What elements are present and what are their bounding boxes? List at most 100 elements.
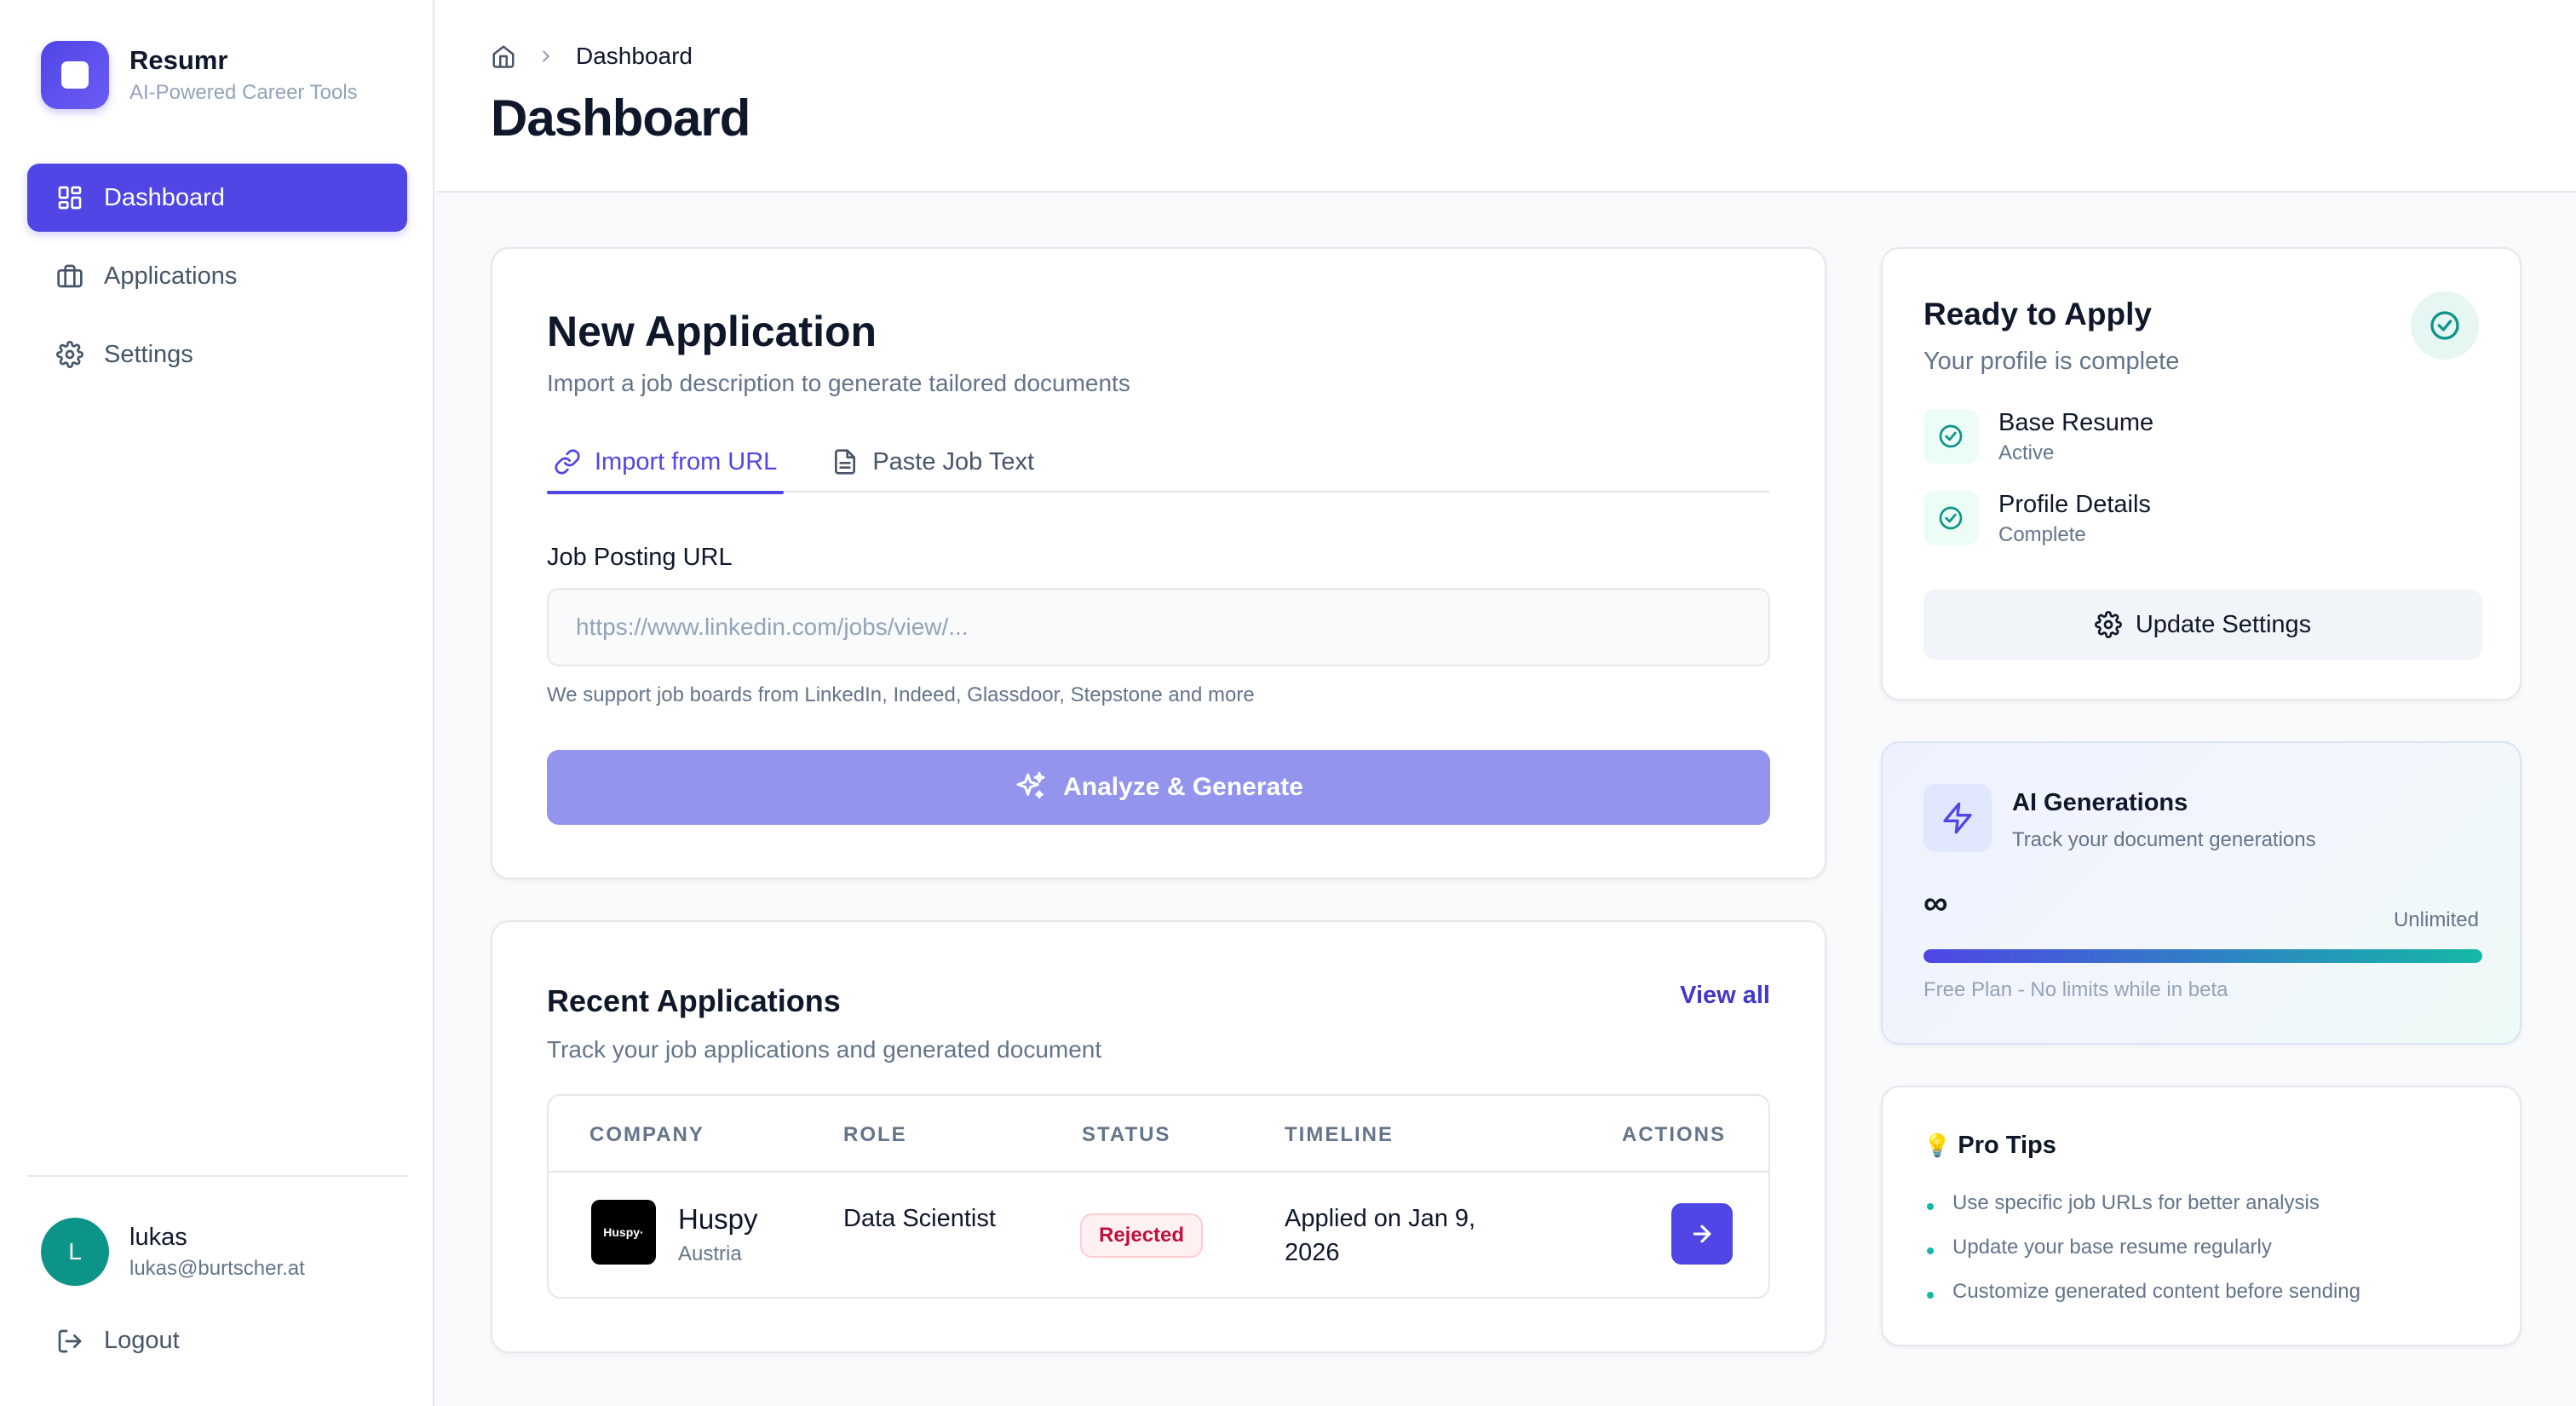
list-item: Update your base resume regularly: [1923, 1225, 2360, 1270]
company-logo: Huspy·: [591, 1200, 656, 1265]
job-role: Data Scientist: [843, 1205, 996, 1232]
generation-progress-bar: [1923, 949, 2482, 963]
arrow-right-icon: [1693, 1224, 1711, 1243]
company-name: Huspy: [678, 1203, 758, 1235]
column-header-role: ROLE: [843, 1123, 907, 1146]
sidebar: Resumr AI-Powered Career Tools Dashboard…: [0, 0, 434, 1406]
brand[interactable]: Resumr AI-Powered Career Tools: [41, 41, 358, 109]
tab-label: Paste Job Text: [872, 447, 1035, 475]
tip-text: Customize generated content before sendi…: [1952, 1280, 2360, 1303]
home-icon[interactable]: [491, 43, 516, 69]
user-name: lukas: [129, 1223, 187, 1251]
chevron-right-icon: [543, 50, 550, 62]
column-header-actions: ACTIONS: [1622, 1123, 1726, 1146]
tip-text: Update your base resume regularly: [1952, 1236, 2272, 1259]
logout-button[interactable]: Logout: [27, 1286, 407, 1406]
recent-applications-title: Recent Applications: [547, 983, 841, 1018]
ai-generations-subtitle: Track your document generations: [2012, 828, 2316, 851]
page-header: Dashboard Dashboard: [436, 0, 2576, 193]
update-settings-label: Update Settings: [2135, 610, 2312, 638]
briefcase-icon: [57, 264, 83, 288]
job-url-label: Job Posting URL: [547, 544, 733, 571]
sparkles-icon: [1016, 771, 1045, 799]
ready-to-apply-card: Ready to Apply Your profile is complete …: [1881, 247, 2521, 700]
bullet-icon: [1927, 1203, 1934, 1210]
brand-tagline: AI-Powered Career Tools: [129, 81, 358, 104]
check-circle-icon: [2411, 291, 2479, 360]
list-item: Customize generated content before sendi…: [1923, 1270, 2360, 1314]
job-url-input[interactable]: [547, 588, 1770, 666]
new-application-card: New Application Import a job description…: [491, 247, 1826, 879]
open-application-button[interactable]: [1671, 1203, 1733, 1265]
sidebar-footer: L lukas lukas@burtscher.at Logout: [27, 1175, 407, 1406]
column-header-status: STATUS: [1082, 1123, 1171, 1146]
update-settings-button[interactable]: Update Settings: [1923, 590, 2482, 660]
new-application-title: New Application: [547, 308, 877, 355]
logout-label: Logout: [104, 1327, 180, 1354]
sidebar-nav: Dashboard Applications Settings: [27, 164, 407, 399]
tab-import-url[interactable]: Import from URL: [547, 431, 785, 494]
lightning-icon: [1923, 784, 1992, 852]
bullet-icon: [1927, 1248, 1934, 1254]
column-header-company: COMPANY: [589, 1123, 704, 1146]
tab-label: Import from URL: [595, 447, 778, 475]
status-item-title: Profile Details: [1998, 491, 2151, 518]
base-resume-status: Base Resume Active: [1923, 409, 2469, 470]
pro-tips-card: 💡 Pro Tips Use specific job URLs for bet…: [1881, 1086, 2521, 1346]
lightbulb-icon: 💡: [1923, 1132, 1952, 1158]
avatar: L: [41, 1218, 109, 1286]
tab-paste-text[interactable]: Paste Job Text: [825, 431, 1041, 493]
sidebar-item-applications[interactable]: Applications: [27, 242, 407, 310]
applications-table: COMPANY ROLE STATUS TIMELINE ACTIONS Hus…: [547, 1094, 1770, 1299]
sidebar-item-label: Dashboard: [104, 183, 225, 211]
gear-icon: [56, 341, 83, 368]
brand-name: Resumr: [129, 45, 228, 75]
table-header: COMPANY ROLE STATUS TIMELINE ACTIONS: [549, 1096, 1768, 1173]
pro-tips-heading: 💡 Pro Tips: [1923, 1132, 2056, 1160]
recent-applications-subtitle: Track your job applications and generate…: [547, 1036, 1102, 1063]
user-profile[interactable]: L lukas lukas@burtscher.at: [27, 1177, 407, 1286]
list-item: Use specific job URLs for better analysi…: [1923, 1181, 2360, 1225]
bullet-icon: [1927, 1292, 1934, 1299]
profile-details-status: Profile Details Complete: [1923, 491, 2469, 552]
tip-text: Use specific job URLs for better analysi…: [1952, 1191, 2320, 1214]
page-title: Dashboard: [491, 89, 750, 147]
view-all-link[interactable]: View all: [1680, 982, 1770, 1010]
generation-count: ∞: [1923, 885, 1948, 922]
ai-generations-title: AI Generations: [2012, 789, 2188, 816]
gear-icon: [2094, 611, 2122, 638]
table-row[interactable]: Huspy· Huspy Austria Data Scientist Reje…: [549, 1173, 1768, 1297]
column-header-timeline: TIMELINE: [1285, 1123, 1394, 1146]
generation-limit: Unlimited: [2393, 908, 2479, 931]
tips-list: Use specific job URLs for better analysi…: [1923, 1181, 2360, 1314]
job-url-hint: We support job boards from LinkedIn, Ind…: [547, 683, 1255, 706]
link-icon: [555, 449, 580, 475]
company-location: Austria: [678, 1242, 742, 1265]
recent-applications-card: Recent Applications Track your job appli…: [491, 920, 1826, 1353]
import-tabs: Import from URL Paste Job Text: [547, 431, 1770, 494]
breadcrumb: Dashboard: [491, 43, 693, 70]
check-icon: [1923, 409, 1978, 464]
sidebar-item-dashboard[interactable]: Dashboard: [27, 164, 407, 232]
ready-title: Ready to Apply: [1923, 297, 2152, 331]
plan-note: Free Plan - No limits while in beta: [1923, 978, 2228, 1001]
analyze-button-label: Analyze & Generate: [1063, 773, 1303, 801]
logout-icon: [58, 1329, 82, 1352]
check-icon: [1923, 491, 1978, 545]
brand-logo-icon: [41, 41, 109, 109]
sidebar-item-settings[interactable]: Settings: [27, 320, 407, 389]
sidebar-item-label: Applications: [104, 262, 238, 290]
status-item-value: Active: [1998, 441, 2055, 464]
document-icon: [835, 449, 856, 475]
status-item-title: Base Resume: [1998, 409, 2154, 436]
ai-generations-card: AI Generations Track your document gener…: [1881, 741, 2521, 1045]
sidebar-item-label: Settings: [104, 340, 193, 368]
ready-subtitle: Your profile is complete: [1923, 348, 2180, 375]
analyze-generate-button[interactable]: Analyze & Generate: [547, 750, 1770, 825]
status-item-value: Complete: [1998, 523, 2086, 546]
timeline-text: Applied on Jan 9, 2026: [1285, 1205, 1476, 1266]
generation-progress-fill: [1923, 949, 2482, 963]
new-application-subtitle: Import a job description to generate tai…: [547, 370, 1130, 396]
status-badge: Rejected: [1080, 1213, 1204, 1258]
user-email: lukas@burtscher.at: [129, 1256, 305, 1280]
